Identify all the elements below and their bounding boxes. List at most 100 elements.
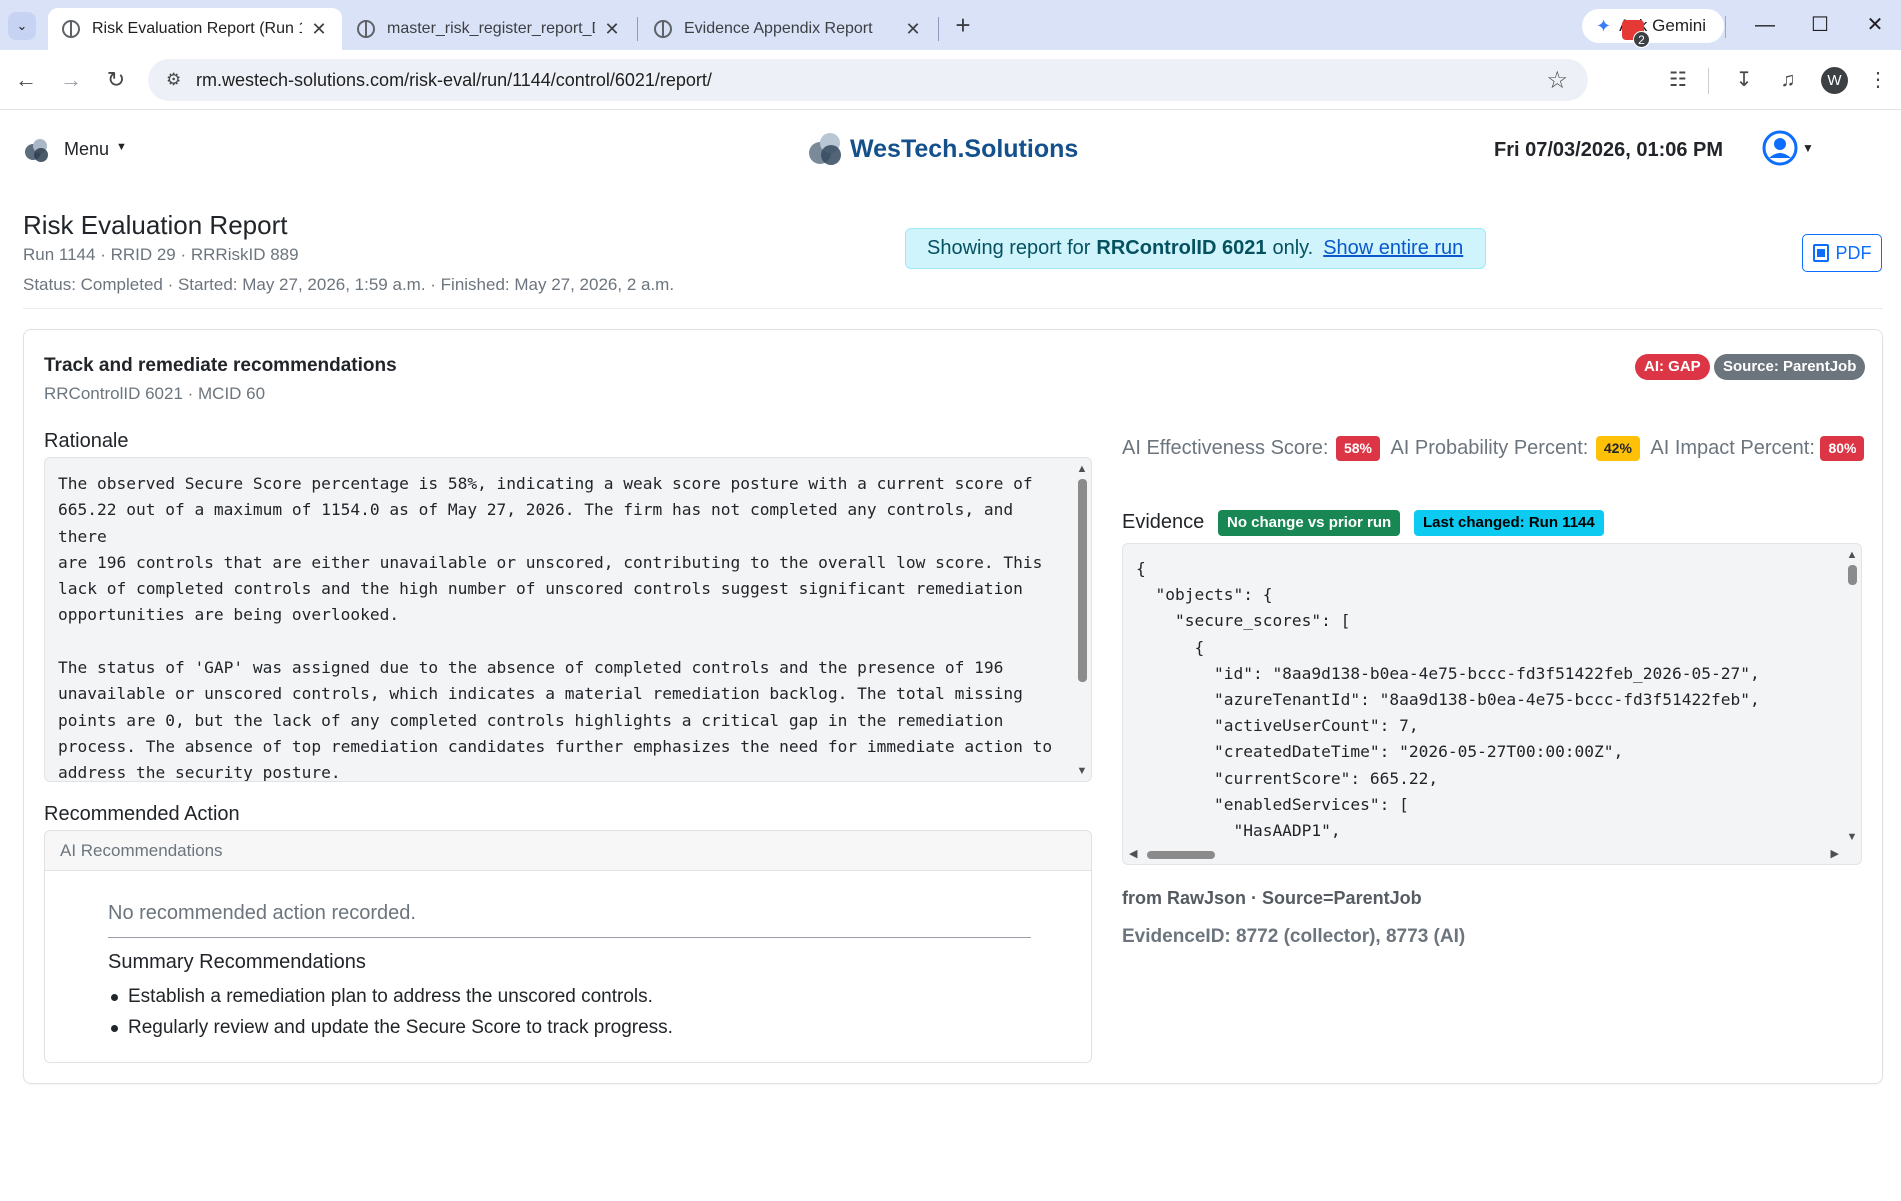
page-title: Risk Evaluation Report: [23, 210, 288, 240]
ai-recommendations-panel: AI Recommendations No recommended action…: [44, 830, 1092, 1063]
scroll-right-icon[interactable]: ▶: [1831, 847, 1839, 861]
scroll-up-icon[interactable]: ▲: [1845, 548, 1859, 562]
media-controls-icon[interactable]: ♫: [1772, 64, 1804, 96]
control-title: Track and remediate recommendations: [44, 355, 397, 376]
evidence-json-text: { "objects": { "secure_scores": [ { "id"…: [1136, 559, 1760, 841]
tab-search-chevron-icon[interactable]: ⌄: [8, 12, 36, 40]
app-header: Menu ▼ WesTech.Solutions Fri 07/03/2026,…: [0, 111, 1901, 191]
url-text[interactable]: rm.westech-solutions.com/risk-eval/run/1…: [196, 70, 712, 91]
scroll-left-icon[interactable]: ◀: [1129, 847, 1137, 861]
recommended-action-heading: Recommended Action: [44, 803, 240, 825]
brand-mark-icon: [809, 133, 841, 165]
list-item: Establish a remediation plan to address …: [108, 981, 673, 1012]
maximize-icon[interactable]: ☐: [1800, 10, 1840, 40]
evidence-vertical-scrollbar[interactable]: ▲ ▼: [1845, 548, 1859, 844]
evidence-json-viewer[interactable]: { "objects": { "secure_scores": [ { "id"…: [1122, 543, 1862, 865]
evidence-horizontal-scrollbar[interactable]: ◀ ▶: [1127, 847, 1841, 861]
filter-alert: Showing report for RRControlID 6021 only…: [905, 228, 1486, 269]
ai-status-badge: AI: GAP: [1635, 354, 1710, 380]
toolbar-separator: [1708, 68, 1709, 94]
rationale-textarea[interactable]: The observed Secure Score percentage is …: [44, 457, 1092, 782]
rationale-scrollbar[interactable]: ▲ ▼: [1075, 462, 1089, 778]
impact-label: AI Impact Percent:: [1650, 437, 1815, 459]
evidence-heading: Evidence: [1122, 511, 1205, 533]
brand-name: WesTech.Solutions: [850, 134, 1079, 163]
bookmark-star-icon[interactable]: ☆: [1546, 66, 1568, 95]
tab-separator: [938, 17, 939, 41]
pdf-label: PDF: [1835, 242, 1872, 263]
filter-control-id: RRControlID 6021: [1096, 237, 1267, 259]
minimize-icon[interactable]: —: [1745, 10, 1785, 40]
globe-icon: [357, 20, 375, 38]
window-controls-separator: [1725, 16, 1726, 38]
close-window-icon[interactable]: ✕: [1855, 10, 1895, 40]
address-toolbar: ← → ↻ ⚙ rm.westech-solutions.com/risk-ev…: [0, 50, 1901, 110]
globe-icon: [62, 20, 80, 38]
effectiveness-label: AI Effectiveness Score:: [1122, 437, 1329, 459]
show-entire-run-link[interactable]: Show entire run: [1323, 237, 1463, 260]
pdf-export-button[interactable]: PDF: [1802, 234, 1882, 272]
close-tab-icon[interactable]: ✕: [904, 19, 922, 40]
menu-button[interactable]: Menu: [64, 139, 109, 160]
site-info-icon[interactable]: ⚙: [166, 70, 181, 90]
close-tab-icon[interactable]: ✕: [310, 19, 328, 40]
effectiveness-score-badge: 58%: [1335, 436, 1380, 462]
download-icon[interactable]: ↧: [1728, 64, 1760, 96]
gemini-sparkle-icon: ✦: [1596, 15, 1612, 36]
tab-title: Evidence Appendix Report: [684, 20, 873, 37]
ask-gemini-button[interactable]: ✦ Ask Gemini: [1582, 9, 1724, 43]
summary-recommendations-heading: Summary Recommendations: [108, 951, 366, 973]
scroll-up-icon[interactable]: ▲: [1075, 462, 1089, 476]
caret-down-icon[interactable]: ▼: [116, 141, 127, 153]
browser-tab-strip: ⌄ Risk Evaluation Report (Run 1144 ✕ mas…: [0, 0, 1901, 50]
impact-badge: 80%: [1820, 436, 1865, 462]
no-change-badge: No change vs prior run: [1218, 510, 1401, 536]
forward-arrow-icon[interactable]: →: [55, 64, 87, 96]
pdf-file-icon: [1812, 244, 1829, 262]
filter-prefix: Showing report for: [927, 237, 1091, 259]
ai-scores: AI Effectiveness Score: 58% AI Probabili…: [1122, 432, 1882, 464]
scrollbar-thumb[interactable]: [1077, 479, 1087, 682]
back-arrow-icon[interactable]: ←: [10, 64, 42, 96]
more-vertical-icon[interactable]: ⋮: [1862, 64, 1894, 96]
probability-badge: 42%: [1595, 436, 1640, 462]
control-subtitle: RRControlID 6021 · MCID 60: [44, 384, 266, 403]
tab-separator: [637, 17, 638, 41]
scroll-down-icon[interactable]: ▼: [1075, 764, 1089, 778]
current-datetime: Fri 07/03/2026, 01:06 PM: [1494, 139, 1724, 161]
rationale-text: The observed Secure Score percentage is …: [58, 474, 1053, 782]
source-badge: Source: ParentJob: [1714, 354, 1866, 380]
evidence-source: from RawJson · Source=ParentJob: [1122, 888, 1422, 908]
scrollbar-thumb[interactable]: [1147, 851, 1215, 859]
caret-down-icon[interactable]: ▼: [1802, 141, 1814, 155]
menu-logo-icon[interactable]: [24, 137, 50, 163]
no-action-message: No recommended action recorded.: [108, 902, 416, 924]
probability-label: AI Probability Percent:: [1390, 437, 1589, 459]
close-tab-icon[interactable]: ✕: [603, 19, 621, 40]
recommendation-divider: [108, 937, 1031, 938]
scrollbar-thumb[interactable]: [1847, 565, 1857, 585]
tab-master-risk-register[interactable]: master_risk_register_report_Den ✕: [343, 8, 635, 50]
list-item: Regularly review and update the Secure S…: [108, 1012, 673, 1043]
ai-recommendations-header: AI Recommendations: [45, 831, 1091, 871]
extensions-puzzle-icon[interactable]: ☷: [1662, 64, 1694, 96]
new-tab-plus-icon[interactable]: +: [947, 10, 979, 42]
tab-risk-evaluation-report[interactable]: Risk Evaluation Report (Run 1144 ✕: [48, 8, 342, 50]
extension-badge-count: 2: [1633, 31, 1650, 48]
evidence-ids: EvidenceID: 8772 (collector), 8773 (AI): [1122, 926, 1466, 947]
user-circle-icon[interactable]: [1762, 130, 1798, 166]
filter-suffix: only.: [1272, 237, 1314, 259]
tab-evidence-appendix[interactable]: Evidence Appendix Report ✕: [640, 8, 936, 50]
run-meta: Run 1144 · RRID 29 · RRRiskID 889: [23, 245, 299, 264]
summary-recommendations-list: Establish a remediation plan to address …: [108, 981, 673, 1043]
scroll-down-icon[interactable]: ▼: [1845, 830, 1859, 844]
globe-icon: [654, 20, 672, 38]
omnibox[interactable]: ⚙ rm.westech-solutions.com/risk-eval/run…: [148, 59, 1588, 101]
profile-avatar[interactable]: W: [1821, 67, 1848, 94]
tab-title: Risk Evaluation Report (Run 1144: [92, 20, 302, 37]
tab-title: master_risk_register_report_Den: [387, 20, 595, 37]
rationale-heading: Rationale: [44, 430, 129, 452]
header-divider: [23, 308, 1883, 309]
run-status: Status: Completed · Started: May 27, 202…: [23, 275, 675, 294]
reload-icon[interactable]: ↻: [100, 64, 132, 96]
